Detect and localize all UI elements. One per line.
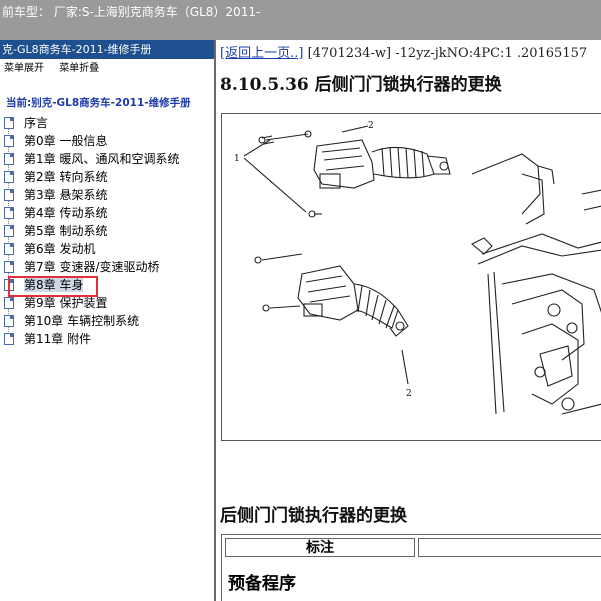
doc-code: [4701234-w] -12yz-jkNO:4PC:1 .20165157 — [307, 46, 588, 61]
tree-item-ch5[interactable]: 第5章 制动系统 — [0, 222, 214, 240]
tree-item-ch6[interactable]: 第6章 发动机 — [0, 240, 214, 258]
procedure-table: 标注 预备程序 — [221, 534, 601, 601]
tree-item-ch0[interactable]: 第0章 一般信息 — [0, 132, 214, 150]
tree-item-preface[interactable]: 序言 — [0, 114, 214, 132]
tree-item-ch10[interactable]: 第10章 车辆控制系统 — [0, 312, 214, 330]
document-icon — [4, 261, 14, 273]
document-icon — [4, 117, 14, 129]
left-nav-panel: 克-GL8商务车-2011-维修手册 菜单展开 菜单折叠 当前:别克-GL8商务… — [0, 40, 216, 601]
menu-expand-button[interactable]: 菜单展开 — [4, 63, 44, 74]
current-location: 当前:别克-GL8商务车-2011-维修手册 — [6, 97, 191, 109]
document-icon — [4, 135, 14, 147]
document-icon — [4, 171, 14, 183]
door-lock-actuator-diagram: 1 2 2 — [221, 113, 601, 441]
document-icon — [4, 243, 14, 255]
manual-header: 克-GL8商务车-2011-维修手册 — [0, 40, 214, 59]
tree-item-ch4[interactable]: 第4章 传动系统 — [0, 204, 214, 222]
procedure-title: 后侧门门锁执行器的更换 — [220, 506, 407, 526]
document-icon — [4, 297, 14, 309]
tree-item-ch7[interactable]: 第7章 变速器/变速驱动桥 — [0, 258, 214, 276]
page-title: 8.10.5.36 后侧门门锁执行器的更换 — [220, 75, 502, 95]
breadcrumb: [返回上一页..] [4701234-w] -12yz-jkNO:4PC:1 .… — [220, 42, 587, 61]
selection-highlight-box — [8, 276, 98, 297]
document-icon — [4, 153, 14, 165]
tree-item-ch11[interactable]: 第11章 附件 — [0, 330, 214, 348]
document-icon — [4, 189, 14, 201]
chapter-tree: 序言 第0章 一般信息 第1章 暖风、通风和空调系统 第2章 转向系统 第3章 … — [0, 114, 214, 348]
document-icon — [4, 315, 14, 327]
menu-toolbar: 菜单展开 菜单折叠 — [0, 59, 214, 79]
table-header-label: 标注 — [225, 538, 415, 557]
vehicle-title: 前车型： 厂家:S-上海别克商务车（GL8）2011- — [2, 5, 261, 19]
preliminary-procedure: 预备程序 — [228, 574, 296, 594]
content-panel: [返回上一页..] [4701234-w] -12yz-jkNO:4PC:1 .… — [218, 40, 601, 601]
document-icon — [4, 207, 14, 219]
diagram-drawing: 1 2 2 — [234, 121, 601, 415]
tree-item-ch1[interactable]: 第1章 暖风、通风和空调系统 — [0, 150, 214, 168]
menu-collapse-button[interactable]: 菜单折叠 — [59, 63, 99, 74]
table-header-empty — [418, 538, 601, 557]
back-link[interactable]: [返回上一页..] — [220, 46, 303, 61]
tree-item-ch2[interactable]: 第2章 转向系统 — [0, 168, 214, 186]
top-bar: 前车型： 厂家:S-上海别克商务车（GL8）2011- — [0, 0, 601, 40]
callout-2-top: 2 — [368, 121, 374, 131]
tree-item-ch3[interactable]: 第3章 悬架系统 — [0, 186, 214, 204]
callout-1: 1 — [234, 154, 240, 164]
callout-2-bottom: 2 — [406, 389, 412, 399]
document-icon — [4, 333, 14, 345]
document-icon — [4, 225, 14, 237]
